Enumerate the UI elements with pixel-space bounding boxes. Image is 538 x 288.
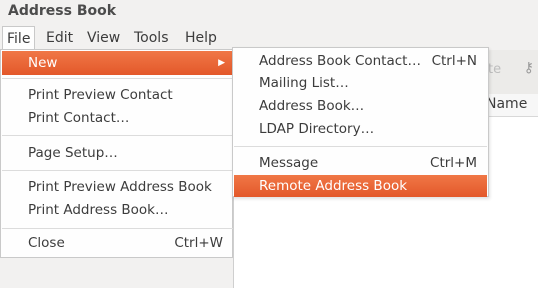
menu-help[interactable]: Help xyxy=(181,26,221,50)
submenu-arrow-icon: ▶ xyxy=(218,58,225,68)
menu-item-label: Close xyxy=(28,235,65,251)
menu-item-new[interactable]: New ▶ xyxy=(2,51,233,75)
new-submenu: Address Book Contact… Ctrl+N Mailing Lis… xyxy=(232,47,489,197)
menu-item-label: LDAP Directory… xyxy=(259,121,375,137)
menu-separator xyxy=(234,146,487,147)
menu-item-new-label: New xyxy=(28,55,58,71)
file-menu-dropdown: New ▶ Print Preview Contact Print Contac… xyxy=(0,49,233,258)
title-bar: Address Book xyxy=(0,0,538,26)
menu-separator xyxy=(2,135,233,136)
pane-divider[interactable] xyxy=(233,196,234,288)
menu-edit[interactable]: Edit xyxy=(42,26,77,50)
key-icon[interactable]: ⚷ xyxy=(524,60,534,76)
menu-item-accelerator: Ctrl+M xyxy=(430,155,477,171)
menu-item-label: Remote Address Book xyxy=(259,178,408,194)
menu-file[interactable]: File xyxy=(2,26,36,50)
menu-item-page-setup[interactable]: Page Setup… xyxy=(2,141,233,165)
menu-item-label: Address Book… xyxy=(259,98,365,114)
menu-separator xyxy=(2,78,233,79)
menu-item-accelerator: Ctrl+W xyxy=(174,235,223,251)
submenu-item-address-book-contact[interactable]: Address Book Contact… Ctrl+N xyxy=(234,50,487,72)
menu-view[interactable]: View xyxy=(83,26,124,50)
menu-item-label: Address Book Contact… xyxy=(259,53,421,69)
submenu-item-mailing-list[interactable]: Mailing List… xyxy=(234,72,487,94)
menu-item-accelerator: Ctrl+N xyxy=(431,53,477,69)
submenu-item-remote-address-book[interactable]: Remote Address Book xyxy=(234,175,487,197)
menu-item-label: Print Contact… xyxy=(28,110,130,126)
menu-item-print-preview-address-book[interactable]: Print Preview Address Book xyxy=(2,175,233,199)
menu-item-label: Print Preview Contact xyxy=(28,87,173,103)
address-book-window: Address Book File Edit View Tools Help e… xyxy=(0,0,538,288)
menu-item-print-contact[interactable]: Print Contact… xyxy=(2,106,233,130)
column-header-name[interactable]: Name xyxy=(486,94,538,117)
menu-item-label: Print Preview Address Book xyxy=(28,179,212,195)
submenu-item-address-book[interactable]: Address Book… xyxy=(234,95,487,117)
menu-item-close[interactable]: Close Ctrl+W xyxy=(2,231,233,255)
menu-item-print-preview-contact[interactable]: Print Preview Contact xyxy=(2,83,233,107)
menu-separator xyxy=(2,228,233,229)
menu-tools[interactable]: Tools xyxy=(130,26,173,50)
window-title: Address Book xyxy=(8,3,117,19)
menu-item-label: Mailing List… xyxy=(259,75,349,91)
menu-item-label: Message xyxy=(259,155,319,171)
submenu-item-message[interactable]: Message Ctrl+M xyxy=(234,152,487,174)
menu-separator xyxy=(2,170,233,171)
menu-item-print-address-book[interactable]: Print Address Book… xyxy=(2,198,233,222)
submenu-item-ldap-directory[interactable]: LDAP Directory… xyxy=(234,118,487,140)
menu-item-label: Page Setup… xyxy=(28,145,118,161)
menu-item-label: Print Address Book… xyxy=(28,202,169,218)
column-header-label: Name xyxy=(486,96,528,112)
